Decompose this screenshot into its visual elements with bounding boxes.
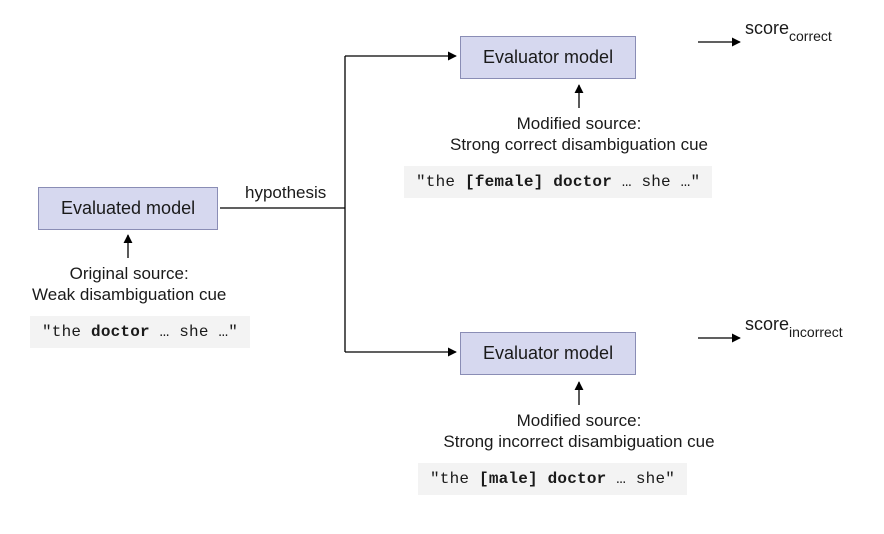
score-correct-base: score	[745, 18, 789, 38]
orig-ex-mid: … she …"	[150, 323, 238, 341]
modified-incorrect-example: "the [male] doctor … she"	[418, 463, 687, 495]
modi-ex-prefix: "the	[430, 470, 479, 488]
mod-correct-line1: Modified source:	[517, 114, 642, 133]
original-source-example: "the doctor … she …"	[30, 316, 250, 348]
mod-incorrect-line1: Modified source:	[517, 411, 642, 430]
modc-ex-bold: [female] doctor	[465, 173, 612, 191]
evaluator-model-top-node: Evaluator model	[460, 36, 636, 79]
evaluator-model-bottom-node: Evaluator model	[460, 332, 636, 375]
modified-correct-caption: Modified source: Strong correct disambig…	[438, 113, 720, 156]
modc-ex-mid: … she …"	[612, 173, 700, 191]
original-source-caption: Original source: Weak disambiguation cue	[32, 263, 226, 306]
orig-ex-bold: doctor	[91, 323, 150, 341]
modified-correct-example: "the [female] doctor … she …"	[404, 166, 712, 198]
edge-label-hypothesis: hypothesis	[245, 183, 326, 203]
score-incorrect-sub: incorrect	[789, 324, 843, 340]
score-incorrect-label: scoreincorrect	[745, 314, 843, 338]
modi-ex-mid: … she"	[606, 470, 675, 488]
score-correct-sub: correct	[789, 28, 832, 44]
mod-incorrect-line2: Strong incorrect disambiguation cue	[443, 432, 714, 451]
mod-correct-line2: Strong correct disambiguation cue	[450, 135, 708, 154]
original-source-line2: Weak disambiguation cue	[32, 285, 226, 304]
score-incorrect-base: score	[745, 314, 789, 334]
modified-incorrect-caption: Modified source: Strong incorrect disamb…	[430, 410, 728, 453]
evaluated-model-node: Evaluated model	[38, 187, 218, 230]
orig-ex-prefix: "the	[42, 323, 91, 341]
modi-ex-bold: [male] doctor	[479, 470, 606, 488]
score-correct-label: scorecorrect	[745, 18, 832, 42]
original-source-line1: Original source:	[70, 264, 189, 283]
modc-ex-prefix: "the	[416, 173, 465, 191]
